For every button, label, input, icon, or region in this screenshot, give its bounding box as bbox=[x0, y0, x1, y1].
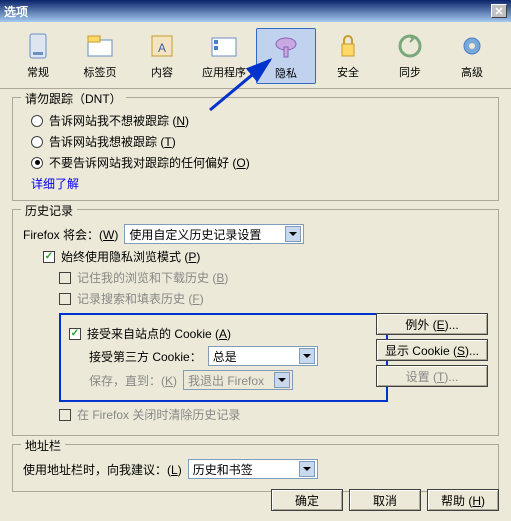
content-icon: A bbox=[146, 30, 178, 62]
clear-on-close-checkbox bbox=[59, 409, 71, 421]
locationbar-select[interactable]: 历史和书签 bbox=[188, 459, 318, 479]
dnt-radio-none[interactable] bbox=[31, 157, 43, 169]
toolbar: 常规 标签页 A内容 应用程序 隐私 安全 同步 高级 bbox=[0, 22, 511, 89]
locationbar-label: 使用地址栏时，向我建议：(L) bbox=[23, 461, 182, 478]
accept-cookie-label: 接受来自站点的 Cookie (A) bbox=[87, 325, 231, 342]
general-icon bbox=[22, 30, 54, 62]
dnt-opt2-label: 告诉网站我想被跟踪 (T) bbox=[49, 133, 176, 150]
third-party-label: 接受第三方 Cookie： bbox=[89, 348, 202, 365]
tabs-icon bbox=[84, 30, 116, 62]
locationbar-fieldset: 地址栏 使用地址栏时，向我建议：(L) 历史和书签 bbox=[12, 444, 499, 492]
cancel-button[interactable]: 取消 bbox=[349, 489, 421, 511]
accept-cookie-checkbox[interactable]: ✓ bbox=[69, 328, 81, 340]
tab-tabs[interactable]: 标签页 bbox=[70, 28, 130, 84]
dnt-legend: 请勿跟踪（DNT） bbox=[21, 90, 126, 107]
tab-applications[interactable]: 应用程序 bbox=[194, 28, 254, 84]
history-legend: 历史记录 bbox=[21, 202, 77, 219]
dnt-radio-no-track[interactable] bbox=[31, 115, 43, 127]
window-title: 选项 bbox=[4, 3, 28, 20]
clear-settings-button: 设置 (T)... bbox=[376, 365, 488, 387]
privacy-icon bbox=[270, 31, 302, 63]
sync-icon bbox=[394, 30, 426, 62]
security-icon bbox=[332, 30, 364, 62]
dialog-buttons: 确定 取消 帮助 (H) bbox=[271, 489, 499, 511]
dnt-opt3-label: 不要告诉网站我对跟踪的任何偏好 (O) bbox=[49, 154, 250, 171]
remember-history-label: 记住我的浏览和下载历史 (B) bbox=[77, 269, 228, 286]
svg-text:A: A bbox=[158, 41, 166, 55]
dnt-opt1-label: 告诉网站我不想被跟踪 (N) bbox=[49, 112, 189, 129]
tab-privacy[interactable]: 隐私 bbox=[256, 28, 316, 84]
keep-until-label: 保存，直到：(K) bbox=[89, 372, 177, 389]
titlebar: 选项 ✕ bbox=[0, 0, 511, 22]
private-mode-checkbox[interactable]: ✓ bbox=[43, 251, 55, 263]
history-mode-select[interactable]: 使用自定义历史记录设置 bbox=[124, 224, 304, 244]
dnt-learn-more-link[interactable]: 详细了解 bbox=[31, 175, 488, 192]
private-mode-label: 始终使用隐私浏览模式 (P) bbox=[61, 248, 200, 265]
show-cookie-button[interactable]: 显示 Cookie (S)... bbox=[376, 339, 488, 361]
applications-icon bbox=[208, 30, 240, 62]
tab-security[interactable]: 安全 bbox=[318, 28, 378, 84]
remember-history-checkbox bbox=[59, 272, 71, 284]
close-button[interactable]: ✕ bbox=[491, 4, 507, 18]
history-mode-label: Firefox 将会：(W) bbox=[23, 226, 118, 243]
remember-search-label: 记录搜索和填表历史 (F) bbox=[77, 290, 204, 307]
dnt-fieldset: 请勿跟踪（DNT） 告诉网站我不想被跟踪 (N) 告诉网站我想被跟踪 (T) 不… bbox=[12, 97, 499, 201]
highlight-box: ✓ 接受来自站点的 Cookie (A) 接受第三方 Cookie： 总是 保存，… bbox=[59, 313, 388, 402]
dnt-radio-track[interactable] bbox=[31, 136, 43, 148]
gear-icon bbox=[456, 30, 488, 62]
exceptions-button[interactable]: 例外 (E)... bbox=[376, 313, 488, 335]
ok-button[interactable]: 确定 bbox=[271, 489, 343, 511]
tab-sync[interactable]: 同步 bbox=[380, 28, 440, 84]
help-button[interactable]: 帮助 (H) bbox=[427, 489, 499, 511]
tab-content[interactable]: A内容 bbox=[132, 28, 192, 84]
keep-until-select: 我退出 Firefox bbox=[183, 370, 293, 390]
tab-general[interactable]: 常规 bbox=[8, 28, 68, 84]
history-fieldset: 历史记录 Firefox 将会：(W) 使用自定义历史记录设置 ✓始终使用隐私浏… bbox=[12, 209, 499, 436]
locationbar-legend: 地址栏 bbox=[21, 437, 65, 454]
remember-search-checkbox bbox=[59, 293, 71, 305]
tab-advanced[interactable]: 高级 bbox=[442, 28, 502, 84]
clear-on-close-label: 在 Firefox 关闭时清除历史记录 bbox=[77, 406, 240, 423]
third-party-select[interactable]: 总是 bbox=[208, 346, 318, 366]
